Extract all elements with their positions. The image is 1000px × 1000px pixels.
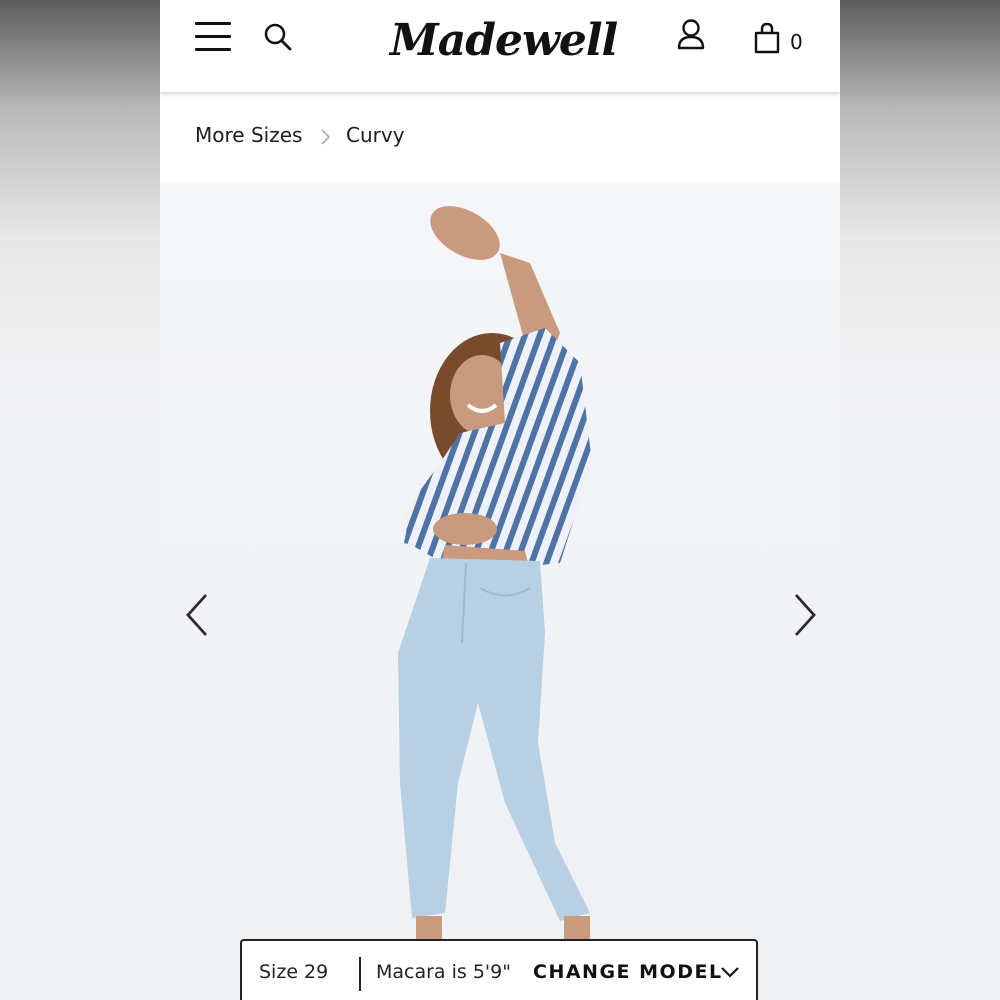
- hamburger-menu-icon[interactable]: [195, 22, 231, 52]
- cart-count: 0: [790, 30, 803, 54]
- breadcrumb-curvy[interactable]: Curvy: [346, 123, 405, 147]
- chevron-down-icon[interactable]: [720, 965, 740, 979]
- shopping-bag-icon[interactable]: [753, 22, 781, 54]
- phone-screen: Madewell 0 More Sizes Curvy Size 29 Maca…: [160, 0, 840, 1000]
- breadcrumb: More Sizes Curvy: [160, 92, 840, 183]
- breadcrumb-more-sizes[interactable]: More Sizes: [195, 123, 302, 147]
- divider: [359, 957, 361, 991]
- model-size: Size 29: [259, 961, 329, 983]
- search-icon[interactable]: [263, 22, 293, 52]
- brand-logo[interactable]: Madewell: [390, 12, 618, 72]
- next-image-chevron-right-icon[interactable]: [788, 591, 822, 639]
- previous-image-chevron-left-icon[interactable]: [180, 591, 214, 639]
- chevron-right-icon: [321, 129, 331, 145]
- site-header: Madewell 0: [160, 0, 840, 92]
- account-icon[interactable]: [676, 18, 706, 50]
- model-info-bar: Size 29 Macara is 5'9" CHANGE MODEL: [240, 939, 758, 1000]
- product-image-carousel[interactable]: Size 29 Macara is 5'9" CHANGE MODEL: [160, 183, 840, 1000]
- model-height: Macara is 5'9": [376, 961, 511, 983]
- change-model-button[interactable]: CHANGE MODEL: [533, 961, 723, 983]
- model-photo: [398, 206, 592, 940]
